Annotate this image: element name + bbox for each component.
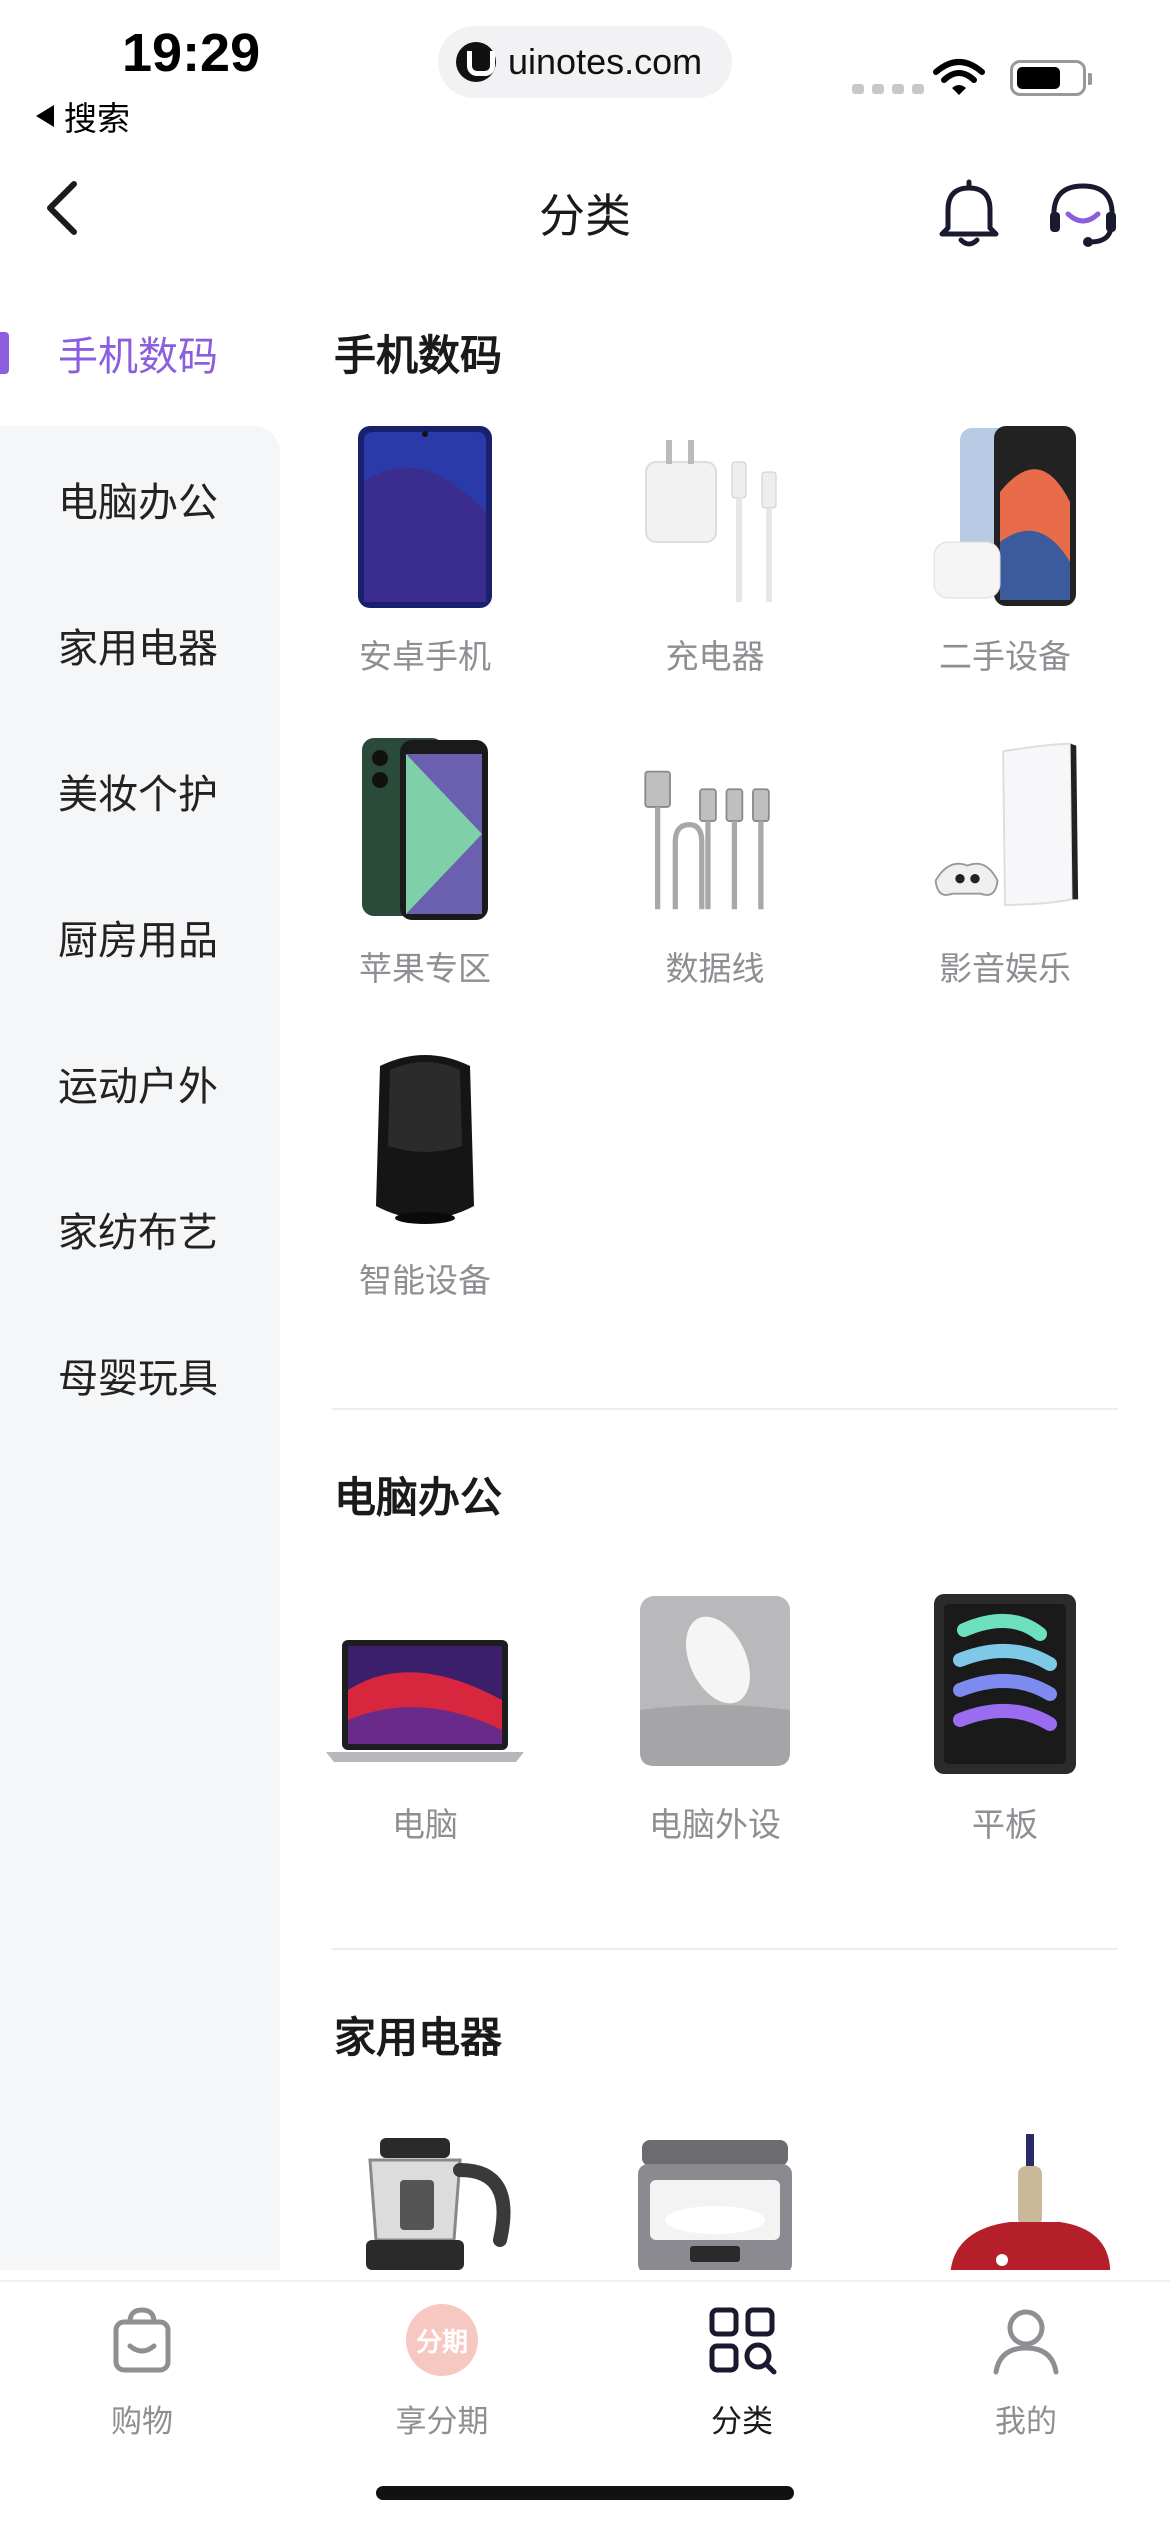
installment-icon: 分期 (406, 2304, 478, 2376)
kettle-image (340, 2130, 520, 2270)
category-sidebar: 手机数码 电脑办公 家用电器 美妆个护 厨房用品 运动户外 家纺布艺 母婴玩具 (0, 280, 280, 2270)
tab-label: 我的 (995, 2404, 1057, 2440)
category-item-entertainment[interactable]: 影音娱乐 (860, 734, 1150, 1014)
battery-icon (1010, 60, 1092, 96)
sidebar-item-home-appliances[interactable]: 家用电器 (0, 572, 280, 718)
sidebar-item-computer-office[interactable]: 电脑办公 (0, 426, 280, 572)
status-bar: 19:29 搜索 uinotes.com (0, 0, 1170, 140)
item-label: 平板 (972, 1805, 1038, 1844)
tab-category[interactable]: 分类 (642, 2304, 842, 2454)
sidebar-item-label: 家用电器 (58, 626, 218, 672)
category-item-charger[interactable]: 充电器 (570, 422, 860, 702)
tab-installment[interactable]: 分期 享分期 (342, 2304, 542, 2454)
sidebar-item-textiles[interactable]: 家纺布艺 (0, 1156, 280, 1302)
category-content: 手机数码 安卓手机 充电器 二手设备 苹果专区 数据线 影音娱乐 智能设备 电脑… (280, 280, 1170, 2270)
notification-button[interactable] (934, 176, 1004, 250)
sidebar-item-label: 家纺布艺 (58, 1210, 218, 1256)
sidebar-item-label: 电脑办公 (58, 480, 218, 526)
tab-label: 购物 (111, 2404, 173, 2440)
category-item-rice-cooker[interactable] (570, 2130, 860, 2270)
sidebar-item-label: 运动户外 (58, 1064, 218, 1110)
tab-label: 享分期 (395, 2404, 489, 2440)
tablet-image (930, 1590, 1080, 1780)
site-logo-icon (456, 42, 496, 82)
rice-cooker-image (630, 2130, 800, 2270)
shopping-bag-icon (113, 2307, 171, 2373)
url-pill[interactable]: uinotes.com (438, 26, 732, 98)
item-label: 智能设备 (359, 1261, 491, 1300)
tab-label: 分类 (711, 2404, 773, 2440)
category-item-apple-zone[interactable]: 苹果专区 (280, 734, 570, 1014)
charger-image (640, 422, 790, 612)
cable-image (640, 734, 790, 924)
laptop-image (320, 1590, 530, 1780)
category-item-computer[interactable]: 电脑 (280, 1590, 570, 1870)
sidebar-item-label: 母婴玩具 (58, 1356, 218, 1402)
mouse-pad-image (640, 1590, 790, 1780)
customer-service-icon (1050, 183, 1116, 247)
section-title: 手机数码 (334, 331, 503, 380)
section-divider (332, 1408, 1118, 1410)
item-label: 安卓手机 (359, 637, 491, 676)
status-time: 19:29 (122, 23, 261, 83)
category-item-used-device[interactable]: 二手设备 (860, 422, 1150, 702)
section-title: 电脑办公 (334, 1473, 503, 1522)
sidebar-item-outdoor[interactable]: 运动户外 (0, 1010, 280, 1156)
game-console-image (930, 734, 1080, 924)
home-indicator (376, 2486, 794, 2500)
iphone-image (350, 734, 500, 924)
status-back-link[interactable]: 搜索 (36, 92, 130, 140)
sidebar-item-label: 美妆个护 (58, 772, 218, 818)
sidebar-item-baby-toys[interactable]: 母婴玩具 (0, 1302, 280, 1448)
item-label: 影音娱乐 (939, 949, 1071, 988)
back-triangle-icon (36, 105, 54, 127)
tab-shopping[interactable]: 购物 (42, 2304, 242, 2454)
installment-badge-text: 分期 (415, 2327, 468, 2358)
category-item-tablet[interactable]: 平板 (860, 1590, 1150, 1870)
header: 分类 (0, 140, 1170, 280)
sidebar-item-label: 厨房用品 (58, 918, 218, 964)
section-title: 家用电器 (334, 2013, 503, 2062)
sidebar-item-phone-digital[interactable]: 手机数码 (0, 280, 280, 426)
category-item-peripherals[interactable]: 电脑外设 (570, 1590, 860, 1870)
smart-speaker-image (350, 1046, 500, 1236)
category-item-kettle[interactable] (280, 2130, 570, 2270)
category-item-smart-device[interactable]: 智能设备 (280, 1046, 570, 1326)
tab-profile[interactable]: 我的 (926, 2304, 1126, 2454)
category-item-vacuum[interactable] (860, 2130, 1150, 2270)
sidebar-item-beauty-care[interactable]: 美妆个护 (0, 718, 280, 864)
wifi-icon (933, 59, 985, 95)
sidebar-item-label: 手机数码 (58, 334, 218, 380)
used-device-image (930, 422, 1080, 612)
status-back-label: 搜索 (64, 99, 130, 138)
category-item-android-phone[interactable]: 安卓手机 (280, 422, 570, 702)
vacuum-image (930, 2130, 1120, 2270)
item-label: 充电器 (665, 637, 765, 676)
sidebar-item-kitchen[interactable]: 厨房用品 (0, 864, 280, 1010)
category-item-cable[interactable]: 数据线 (570, 734, 860, 1014)
signal-icon (852, 84, 924, 94)
item-label: 二手设备 (939, 637, 1071, 676)
customer-service-button[interactable] (1046, 178, 1120, 250)
bell-icon (939, 179, 999, 247)
item-label: 数据线 (665, 949, 765, 988)
section-divider (332, 1948, 1118, 1950)
category-grid-icon (709, 2307, 777, 2375)
profile-icon (993, 2309, 1059, 2375)
item-label: 电脑 (392, 1805, 458, 1844)
item-label: 苹果专区 (359, 949, 491, 988)
android-phone-image (350, 422, 500, 612)
item-label: 电脑外设 (649, 1805, 781, 1844)
url-text: uinotes.com (508, 41, 703, 82)
